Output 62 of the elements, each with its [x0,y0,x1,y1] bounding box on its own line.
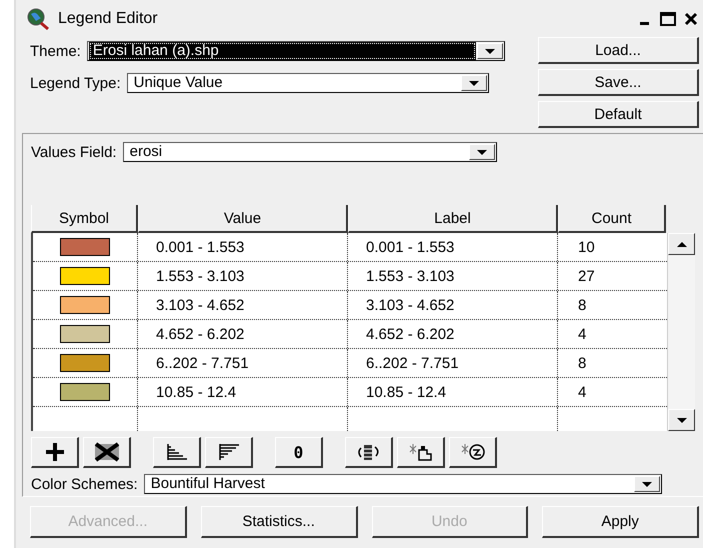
table-cell: 1.553 - 3.103 [138,262,348,290]
table-cell: 4.652 - 6.202 [138,320,348,348]
descending-lines-icon [216,442,240,462]
table-cell-text: 10 [577,238,596,258]
dialog-button[interactable]: Apply [542,506,699,538]
field-label: Legend Type: [30,74,121,92]
column-header[interactable]: Value [138,205,348,233]
table-cell: 4.652 - 6.202 [348,320,558,348]
toolbar-button[interactable] [345,437,393,468]
column-header[interactable]: Count [558,205,666,233]
color-swatch[interactable] [60,238,110,256]
table-cell-text: 27 [577,266,596,286]
table-cell-text: 4 [577,324,588,344]
column-header[interactable]: Symbol [31,205,138,233]
side-button[interactable]: Default [538,101,699,128]
table-cell: 10.85 - 12.4 [348,378,558,406]
column-header[interactable]: Label [348,205,558,233]
toolbar-button[interactable]: 0 [275,437,323,468]
table-cell-text: 8 [577,296,588,316]
field-label: Values Field: [31,144,117,160]
vertical-scrollbar[interactable] [667,233,695,431]
color-swatch[interactable] [60,383,110,401]
legend-type-dropdown[interactable]: Unique Value [126,73,489,93]
theme-dropdown[interactable]: Erosi lahan (a).shp [86,41,505,61]
toolbar-button[interactable] [397,437,445,468]
table-cell: 3.103 - 4.652 [138,291,348,319]
table-cell: 0.001 - 1.553 [348,233,558,261]
scroll-down-icon[interactable] [668,409,695,431]
color-swatch[interactable] [60,267,110,285]
color-schemes-dropdown[interactable]: Bountiful Harvest [144,474,662,494]
color-swatch[interactable] [60,354,110,372]
values-field-dropdown[interactable]: erosi [122,142,497,162]
toolbar-button[interactable] [153,437,201,468]
toolbar-button[interactable] [83,437,131,468]
scroll-up-icon[interactable] [668,233,695,255]
dialog-button[interactable]: Statistics... [200,506,358,538]
cross-icon [92,442,120,462]
ascending-lines-icon [164,442,188,462]
globe-magnifier-icon [26,8,50,30]
side-button[interactable]: Load... [538,37,699,64]
maximize-icon[interactable] [659,11,677,27]
color-swatch[interactable] [60,296,110,314]
field-label: Theme: [30,42,81,60]
window-title: Legend Editor [58,10,158,28]
table-cell: 3.103 - 4.652 [348,291,558,319]
table-cell: 0.001 - 1.553 [138,233,348,261]
color-swatch[interactable] [60,325,110,343]
side-button[interactable]: Save... [538,69,699,96]
spark-cycle-icon [458,442,486,462]
plus-icon [44,441,66,463]
toolbar-button[interactable] [205,437,253,468]
spark-tray-icon [406,442,434,462]
table-cell-text: 8 [577,354,588,374]
toolbar-button[interactable] [31,437,79,468]
table-cell: 6..202 - 7.751 [348,349,558,377]
close-icon[interactable] [683,11,699,27]
table-cell: 1.553 - 3.103 [348,262,558,290]
toolbar-button[interactable] [449,437,497,468]
table-cell: 10.85 - 12.4 [138,378,348,406]
table-cell: 6..202 - 7.751 [138,349,348,377]
table-cell-text: 4 [577,382,588,402]
field-label: Color Schemes: [31,476,138,492]
